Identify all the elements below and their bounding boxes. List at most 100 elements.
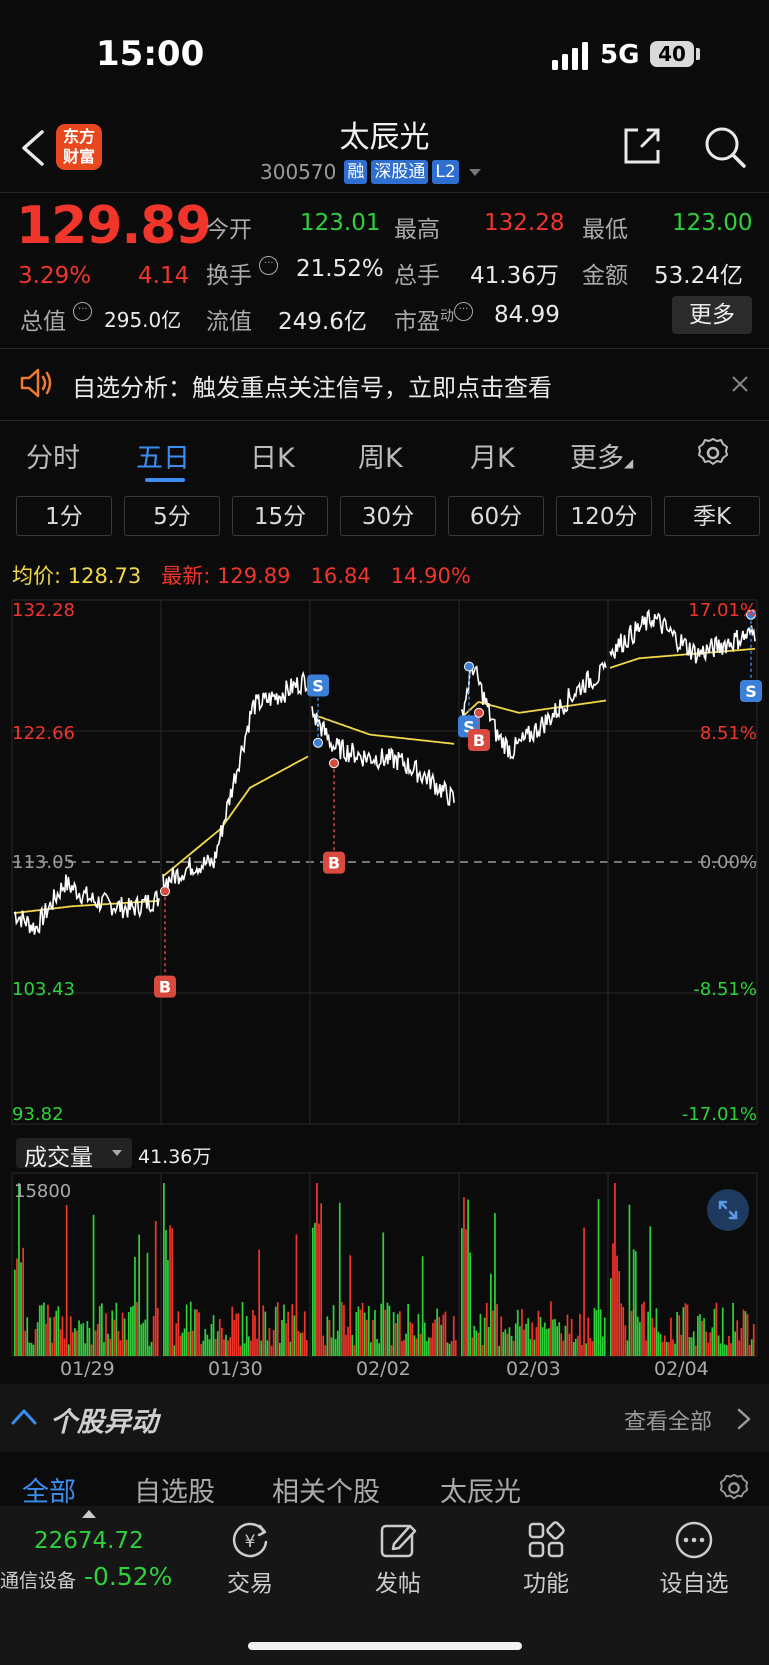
price-chart[interactable]: BSBSBS 132.28122.66113.05103.4393.8217.0… <box>0 596 769 1386</box>
volume-bar <box>405 1333 407 1356</box>
apps-icon[interactable] <box>524 1518 568 1562</box>
float-cap-value: 249.6亿 <box>278 309 367 335</box>
amount-label: 金额 <box>582 263 628 289</box>
chip-15min[interactable]: 15分 <box>232 496 328 536</box>
float-cap-label: 流值 <box>206 309 252 335</box>
volume-bar <box>498 1345 500 1356</box>
chip-30min[interactable]: 30分 <box>340 496 436 536</box>
volume-bar <box>132 1306 134 1356</box>
volume-bar <box>440 1324 443 1356</box>
volume-bar <box>403 1339 405 1356</box>
view-all-link[interactable]: 查看全部 <box>624 1404 712 1436</box>
volume-bar <box>626 1340 629 1356</box>
post-icon[interactable] <box>376 1518 420 1562</box>
volume-bar <box>421 1256 424 1356</box>
network-label: 5G <box>600 40 640 70</box>
sector-index-value[interactable]: 22674.72 <box>34 1528 144 1554</box>
tab-weekly-k[interactable]: 周K <box>358 436 403 475</box>
stock-subtitle[interactable]: 300570 融 深股通 L2 <box>260 158 481 186</box>
volume-bar <box>163 1183 165 1356</box>
chip-5min[interactable]: 5分 <box>124 496 220 536</box>
open-label: 今开 <box>206 217 252 243</box>
volume-bar <box>694 1345 697 1356</box>
change-amount: 4.14 <box>138 263 190 289</box>
volume-bar <box>450 1341 453 1356</box>
volume-bar <box>55 1310 58 1356</box>
volume-bar <box>653 1327 656 1356</box>
volume-bar <box>432 1322 434 1356</box>
volume-bar <box>583 1227 585 1356</box>
volume-bar <box>281 1319 283 1356</box>
volume-bar <box>723 1344 726 1356</box>
pe-label[interactable]: 市盈动 ··· <box>394 302 473 336</box>
filter-tab-all[interactable]: 全部 <box>22 1470 76 1509</box>
volume-bar <box>214 1338 217 1356</box>
turnover-label[interactable]: 换手 ··· <box>206 256 279 290</box>
close-icon[interactable] <box>730 374 750 394</box>
y-label-right: 17.01% <box>688 600 757 621</box>
volume-bars <box>14 1183 755 1357</box>
volume-bar <box>260 1340 263 1356</box>
tab-five-day[interactable]: 五日 <box>136 436 190 475</box>
filter-tab-watchlist[interactable]: 自选股 <box>134 1470 215 1509</box>
more-icon[interactable] <box>672 1518 716 1562</box>
chip-1min[interactable]: 1分 <box>16 496 112 536</box>
volume-bar <box>326 1316 329 1356</box>
volume-bar <box>175 1323 178 1356</box>
share-icon[interactable] <box>620 124 664 168</box>
search-icon[interactable] <box>702 124 748 170</box>
price-line-day <box>162 670 309 894</box>
volume-bar <box>67 1344 70 1356</box>
volume-bar <box>610 1278 612 1356</box>
market-cap-label[interactable]: 总值 ··· <box>20 302 93 336</box>
volume-bar <box>121 1312 124 1356</box>
tab-indicator <box>145 478 185 482</box>
volume-bar <box>688 1337 691 1356</box>
volume-bar <box>127 1312 130 1356</box>
notice-text[interactable]: 自选分析：触发重点关注信号，立即点击查看 <box>72 368 552 403</box>
volume-bar <box>411 1323 414 1356</box>
volume-bar <box>299 1332 302 1356</box>
chip-60min[interactable]: 60分 <box>448 496 544 536</box>
volume-bar <box>297 1330 300 1356</box>
tag-margin: 融 <box>344 160 368 184</box>
volume-bar <box>469 1252 471 1356</box>
chevron-up-icon[interactable] <box>10 1404 38 1428</box>
tab-daily-k[interactable]: 日K <box>250 436 295 475</box>
chip-quarter-k[interactable]: 季K <box>664 496 760 536</box>
trade-icon[interactable]: ¥ <box>228 1518 272 1562</box>
filter-tab-stock[interactable]: 太辰光 <box>440 1470 521 1509</box>
chip-120min[interactable]: 120分 <box>556 496 652 536</box>
volume-bar <box>32 1344 35 1356</box>
sector-change[interactable]: -0.52% <box>84 1562 172 1591</box>
volume-bar <box>717 1335 720 1356</box>
gear-icon[interactable] <box>696 436 730 470</box>
tab-monthly-k[interactable]: 月K <box>470 436 515 475</box>
chevron-right-icon[interactable] <box>736 1408 752 1430</box>
tab-more[interactable]: 更多◢ <box>570 436 633 475</box>
marker-dot <box>474 707 484 718</box>
filter-tab-related[interactable]: 相关个股 <box>272 1470 380 1509</box>
avg-value: 128.73 <box>67 564 142 588</box>
volume-bar <box>49 1317 51 1356</box>
volume-bar <box>428 1337 430 1356</box>
volume-bar <box>572 1342 575 1356</box>
volume-bar <box>237 1313 240 1356</box>
sector-name[interactable]: 通信设备 <box>0 1566 76 1593</box>
volume-bar <box>651 1317 654 1356</box>
volume-bar <box>690 1337 693 1356</box>
more-button[interactable]: 更多 <box>672 296 752 334</box>
volume-bar <box>86 1321 89 1356</box>
gear-icon[interactable] <box>718 1472 750 1504</box>
volume-bar <box>527 1318 529 1356</box>
date-label-2: 01/30 <box>208 1358 263 1380</box>
expand-icon[interactable] <box>706 1188 750 1232</box>
tab-intraday[interactable]: 分时 <box>26 436 80 475</box>
volume-bar <box>399 1311 401 1356</box>
latest-value: 129.89 <box>217 564 291 588</box>
volume-bar <box>548 1328 550 1356</box>
volume-bar <box>639 1322 641 1356</box>
volume-bar <box>512 1340 515 1356</box>
avg-price-bar: 均价: 128.73 最新: 129.89 16.84 14.90% <box>12 560 471 590</box>
volume-bar <box>699 1314 701 1356</box>
